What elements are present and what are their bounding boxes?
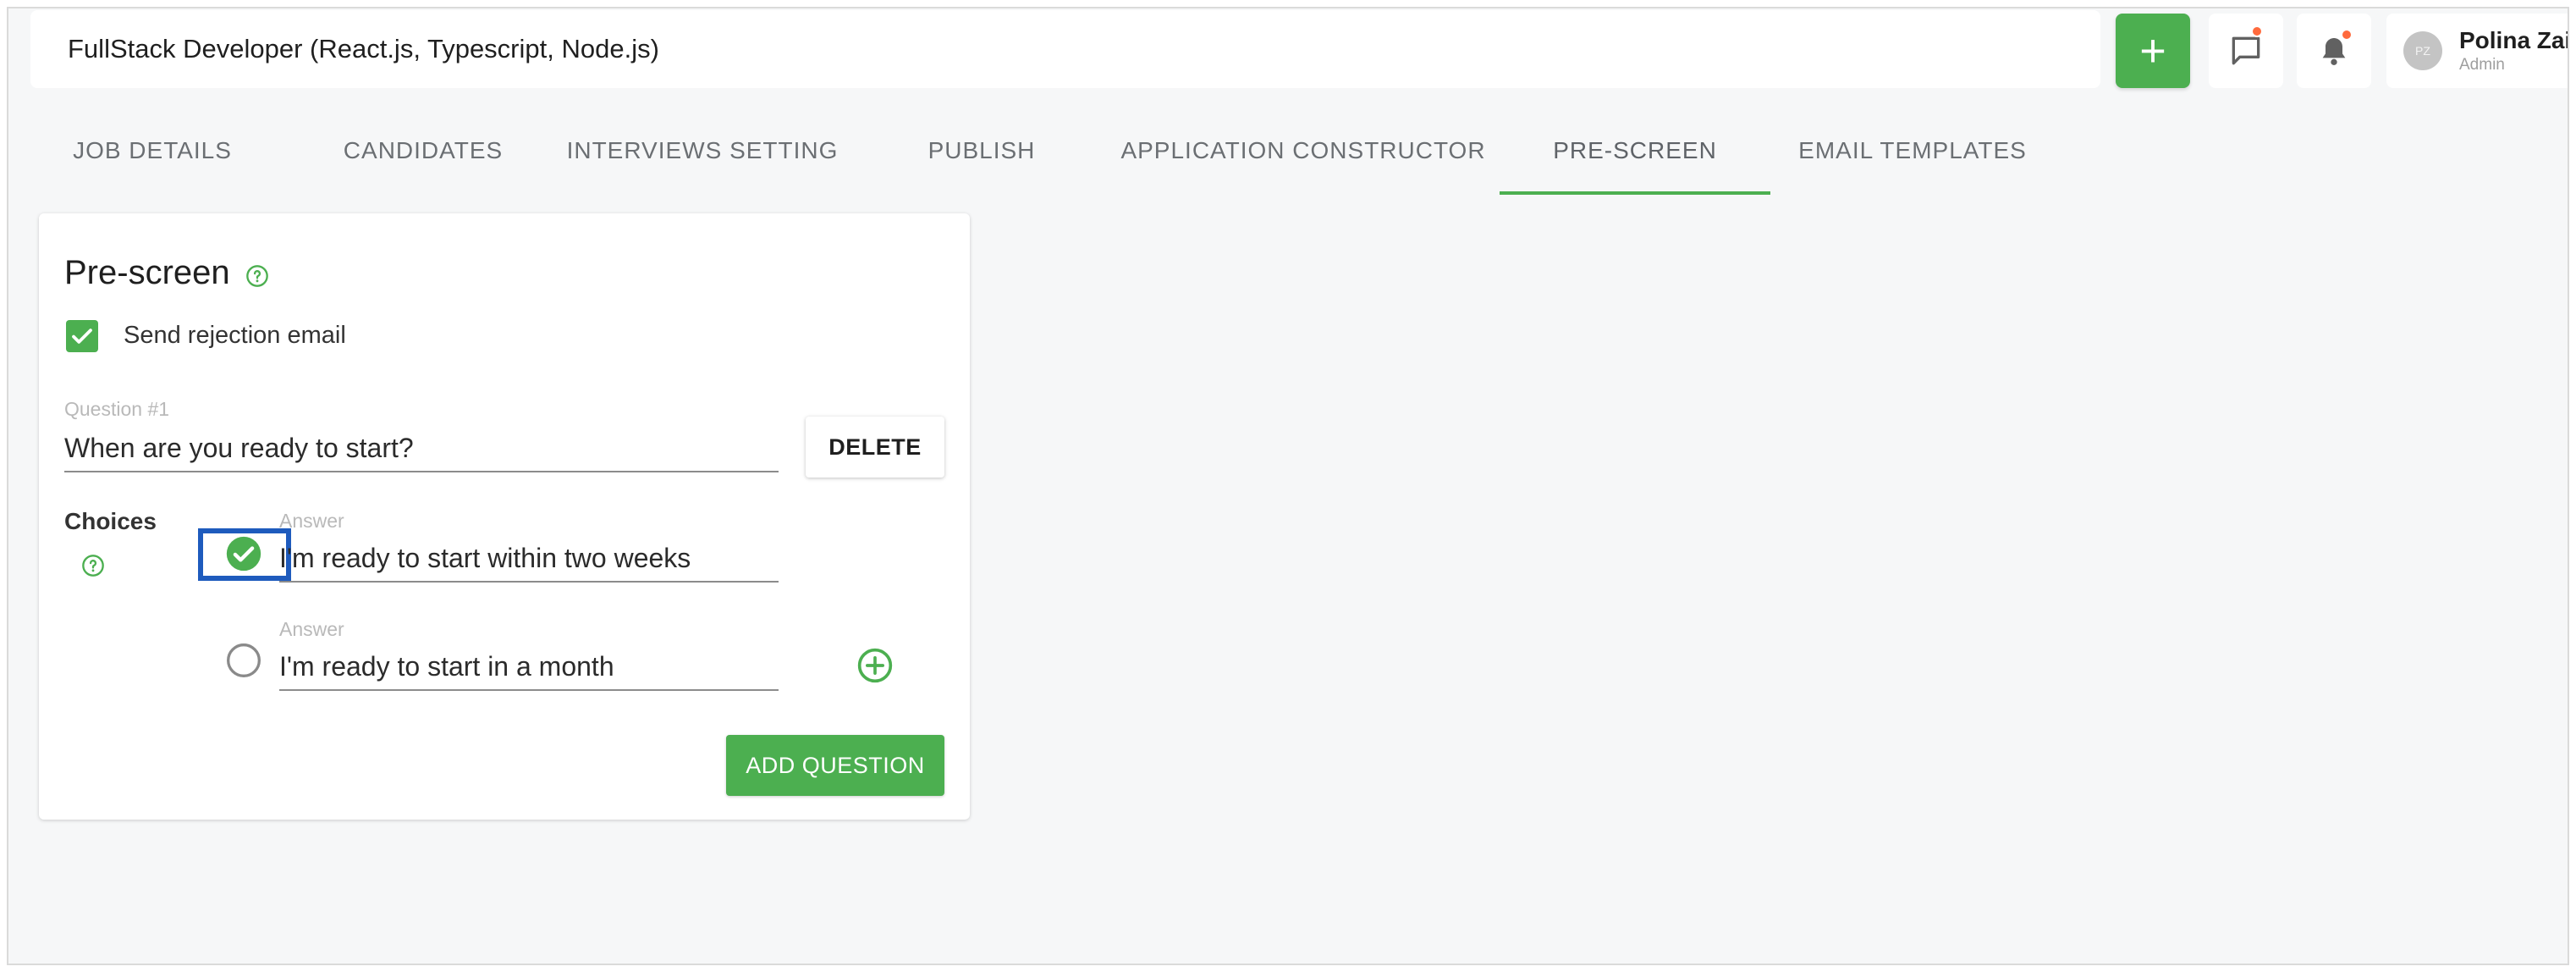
answer-input-1[interactable] xyxy=(279,535,779,583)
add-button[interactable]: + xyxy=(2116,14,2190,88)
user-role: Admin xyxy=(2459,56,2505,74)
tab-application-constructor[interactable]: APPLICATION CONSTRUCTOR xyxy=(1120,119,1484,195)
plus-icon: + xyxy=(2139,25,2166,76)
question-input[interactable] xyxy=(64,425,779,472)
delete-question-button[interactable]: DELETE xyxy=(806,417,944,478)
check-icon xyxy=(72,329,92,344)
help-icon[interactable] xyxy=(245,264,269,288)
notification-dot xyxy=(2251,25,2263,37)
user-menu[interactable]: PZ Polina Zait Admin xyxy=(2386,14,2569,88)
messages-button[interactable] xyxy=(2209,14,2283,88)
add-question-button[interactable]: ADD QUESTION xyxy=(726,735,944,796)
correct-answer-toggle-2[interactable] xyxy=(223,640,264,681)
tab-email-templates[interactable]: EMAIL TEMPLATES xyxy=(1777,119,2048,195)
notifications-button[interactable] xyxy=(2297,14,2371,88)
prescreen-card: Pre-screen Send rejection email Question… xyxy=(39,213,970,820)
tab-interviews-setting[interactable]: INTERVIEWS SETTING xyxy=(563,119,842,195)
help-icon[interactable] xyxy=(81,554,105,577)
app-frame: FullStack Developer (React.js, Typescrip… xyxy=(7,7,2569,965)
add-answer-icon[interactable] xyxy=(856,647,894,684)
choices-label: Choices xyxy=(64,508,157,534)
question-caption: Question #1 xyxy=(64,398,170,420)
send-rejection-checkbox[interactable] xyxy=(66,320,98,352)
tab-pre-screen[interactable]: PRE-SCREEN xyxy=(1500,119,1770,195)
radio-unchecked-icon xyxy=(227,643,261,677)
tab-candidates[interactable]: CANDIDATES xyxy=(296,119,550,195)
answer-input-2[interactable] xyxy=(279,643,779,691)
tab-job-details[interactable]: JOB DETAILS xyxy=(25,119,279,195)
send-rejection-label: Send rejection email xyxy=(124,322,346,349)
avatar: PZ xyxy=(2403,31,2442,70)
answer-caption: Answer xyxy=(279,618,344,640)
user-name: Polina Zait xyxy=(2459,27,2569,53)
card-title: Pre-screen xyxy=(64,254,230,291)
notification-dot xyxy=(2341,29,2353,41)
correct-answer-toggle-1[interactable] xyxy=(223,533,264,574)
check-circle-icon xyxy=(226,536,261,572)
tab-publish[interactable]: PUBLISH xyxy=(855,119,1109,195)
job-title: FullStack Developer (React.js, Typescrip… xyxy=(68,34,659,64)
answer-caption: Answer xyxy=(279,510,344,532)
chat-icon xyxy=(2232,36,2260,65)
job-title-bar: FullStack Developer (React.js, Typescrip… xyxy=(30,10,2100,88)
